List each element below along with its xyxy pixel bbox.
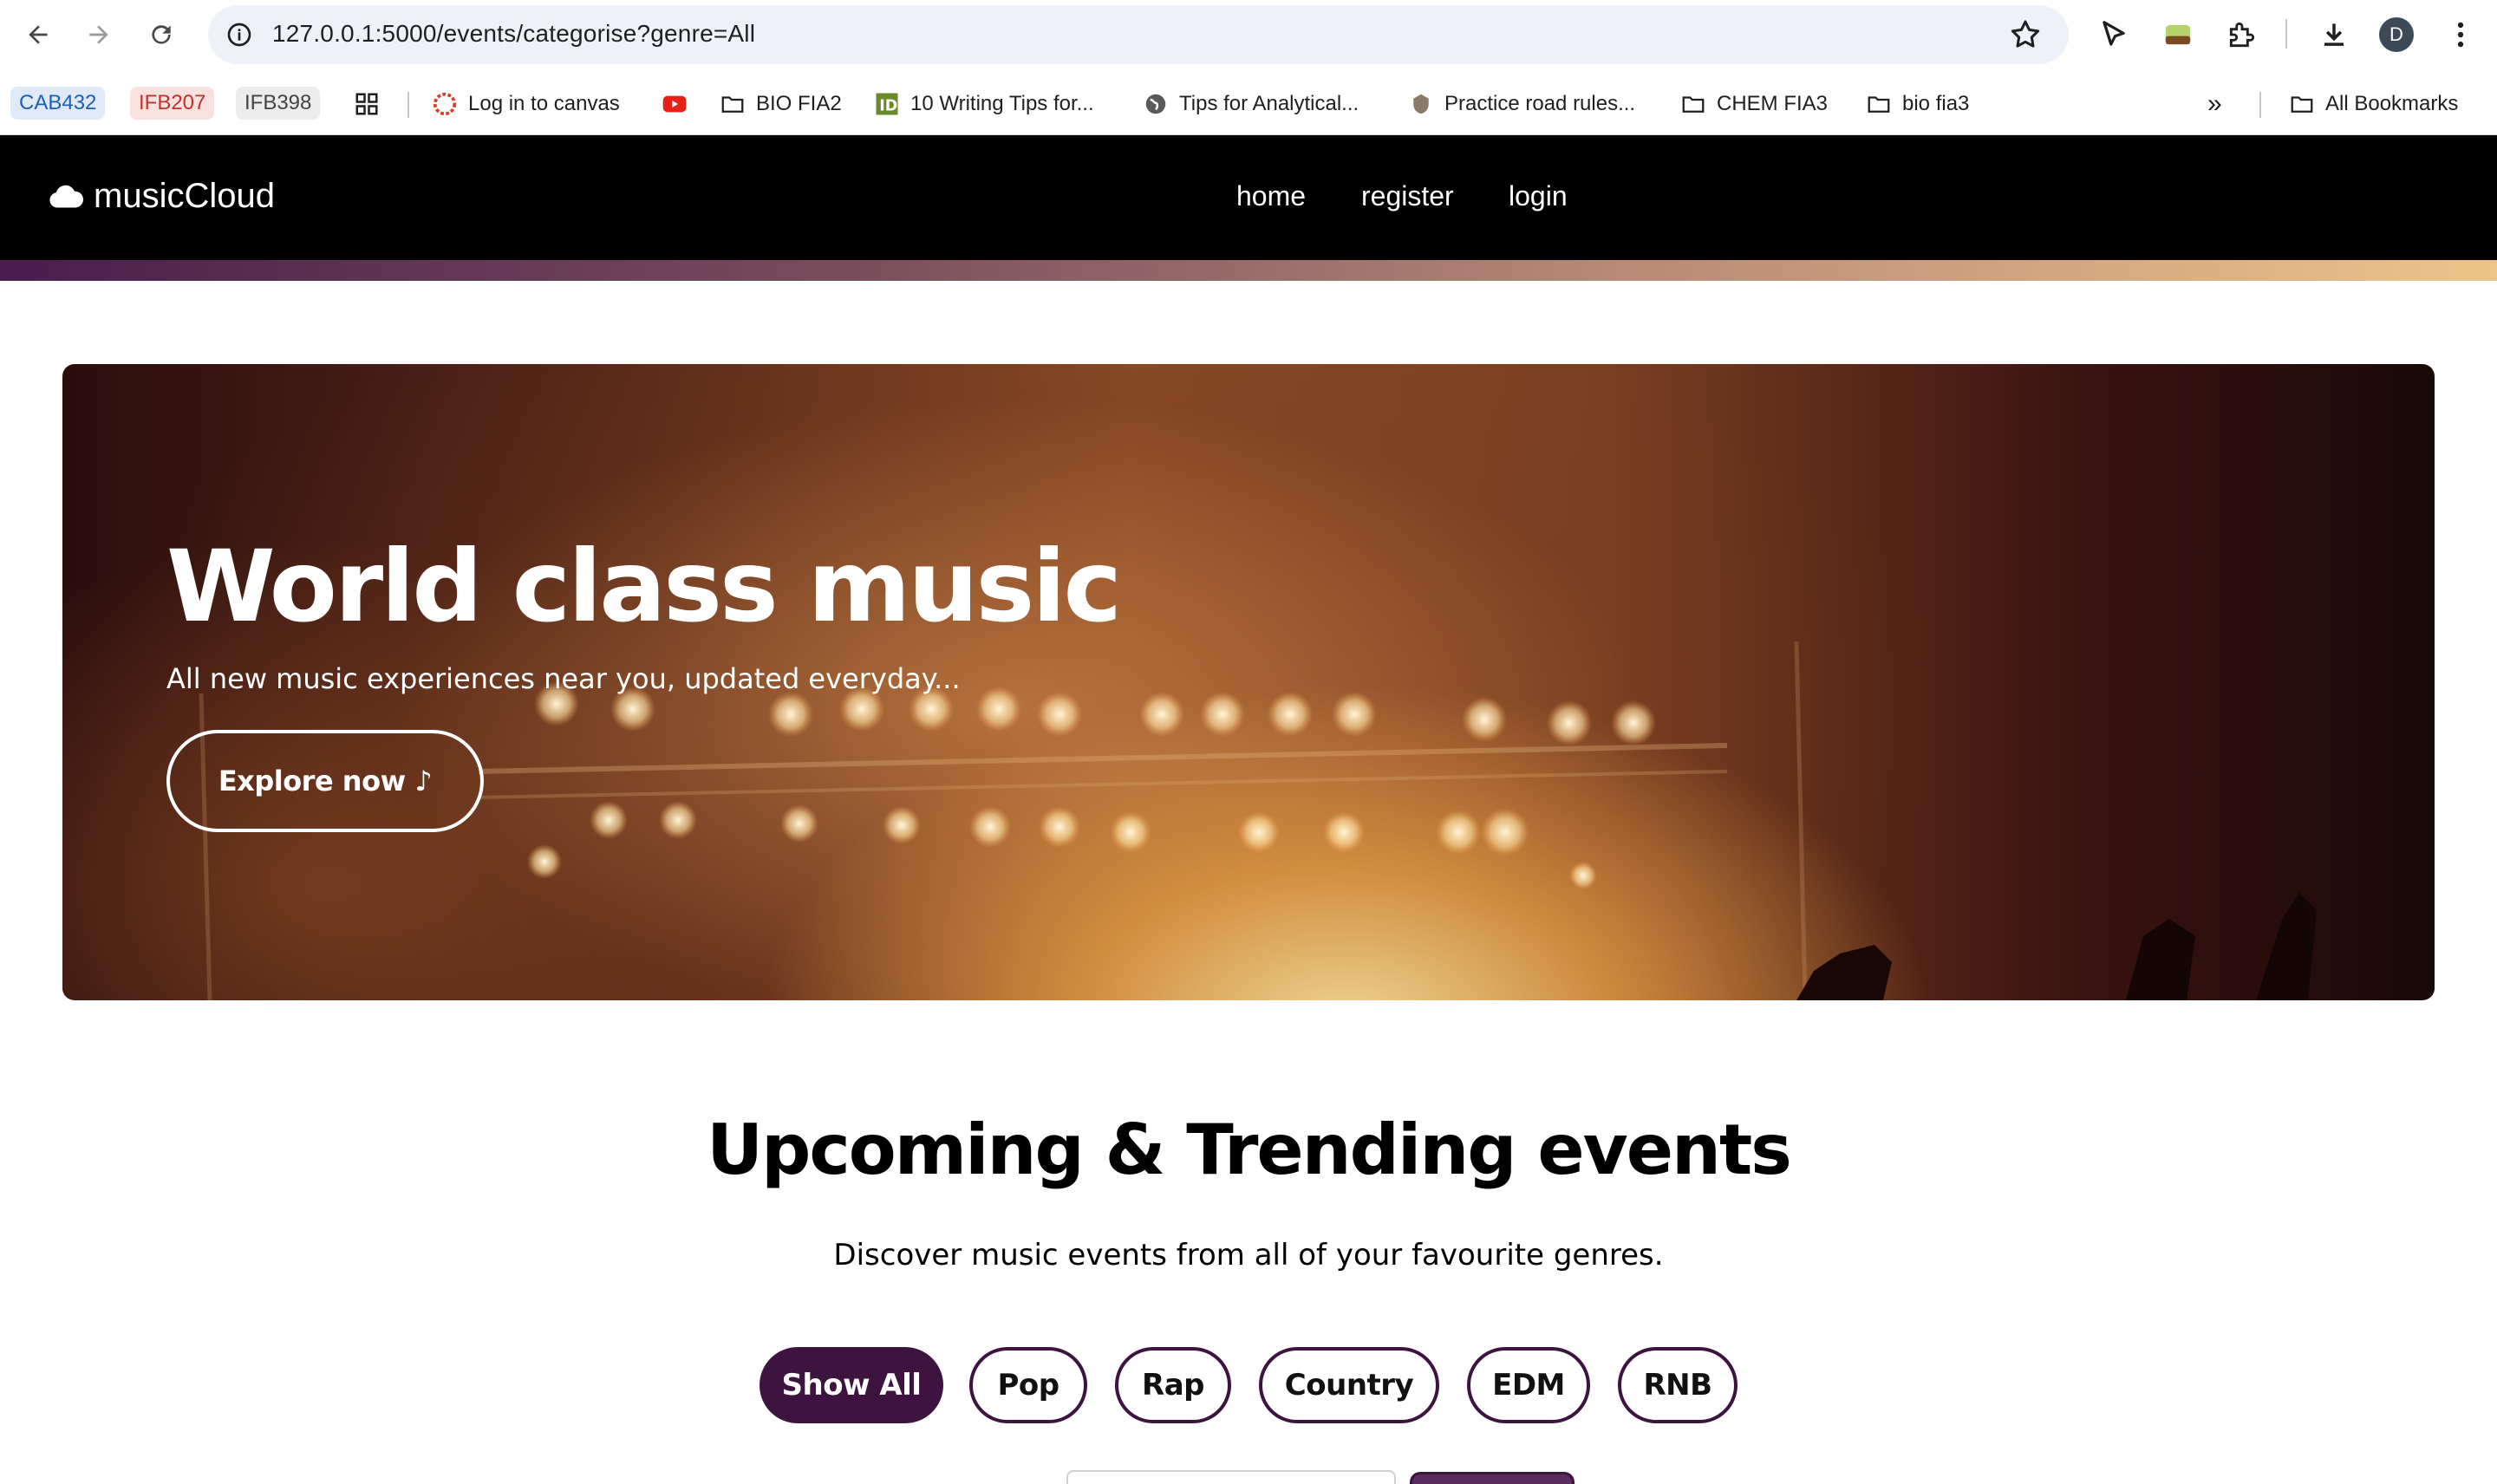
bookmark-label: CHEM FIA3: [1717, 92, 1829, 115]
bookmark-writing-tips[interactable]: ID 10 Writing Tips for...: [874, 87, 1094, 121]
canvas-logo-icon: [432, 91, 458, 117]
bookmark-label: Tips for Analytical...: [1179, 92, 1359, 115]
bookmark-chip-ifb207[interactable]: IFB207: [130, 87, 215, 120]
cursor-extension-icon[interactable]: [2095, 16, 2133, 54]
bookmark-label: All Bookmarks: [2325, 92, 2459, 115]
filter-show-all[interactable]: Show All: [760, 1347, 943, 1423]
reload-icon[interactable]: [139, 12, 184, 57]
toolbar-divider: [2285, 19, 2287, 49]
explore-now-button[interactable]: Explore now ♪: [166, 730, 484, 832]
events-section-title: Upcoming & Trending events: [707, 1110, 1792, 1190]
all-bookmarks[interactable]: All Bookmarks: [2289, 87, 2458, 121]
filter-rnb[interactable]: RNB: [1618, 1347, 1737, 1423]
hero-banner: World class music All new music experien…: [62, 364, 2435, 1000]
extensions-puzzle-icon[interactable]: [2223, 16, 2261, 54]
bookmark-bio-fia2[interactable]: BIO FIA2: [720, 87, 842, 121]
bookmarks-overflow-chevron-icon[interactable]: »: [2207, 87, 2222, 121]
svg-text:ID: ID: [879, 98, 897, 115]
site-navbar: musicCloud home register login: [0, 135, 2497, 260]
game-extension-icon[interactable]: [2159, 16, 2197, 54]
address-bar[interactable]: 127.0.0.1:5000/events/categorise?genre=A…: [208, 5, 2069, 64]
cloud-icon: [49, 185, 83, 207]
apps-grid-icon[interactable]: [354, 87, 380, 121]
bookmark-road-rules[interactable]: Practice road rules...: [1408, 87, 1635, 121]
bookmarks-bar: CAB432 IFB207 IFB398 Log in to canvas BI…: [0, 81, 2497, 127]
nav-home-link[interactable]: home: [1236, 180, 1306, 212]
bookmarks-divider: [407, 92, 409, 118]
search-button[interactable]: [1410, 1472, 1574, 1484]
search-input[interactable]: [1066, 1470, 1396, 1484]
bookmark-label: 10 Writing Tips for...: [910, 92, 1094, 115]
bookmark-chip-cab432[interactable]: CAB432: [10, 87, 106, 120]
site-info-icon[interactable]: [220, 16, 258, 54]
brand-logo[interactable]: musicCloud: [49, 177, 275, 216]
bookmark-star-icon[interactable]: [2008, 17, 2043, 52]
bookmarks-divider: [2259, 92, 2261, 118]
bookmark-chem-fia3[interactable]: CHEM FIA3: [1680, 87, 1828, 121]
nav-register-link[interactable]: register: [1361, 180, 1454, 212]
bookmark-label: Log in to canvas: [468, 92, 620, 115]
id-logo-icon: ID: [874, 91, 900, 117]
folder-icon: [2289, 91, 2315, 117]
folder-icon: [1680, 91, 1706, 117]
url-text[interactable]: 127.0.0.1:5000/events/categorise?genre=A…: [272, 20, 755, 48]
bookmark-label: BIO FIA2: [756, 92, 842, 115]
crest-icon: [1408, 91, 1434, 117]
filter-country[interactable]: Country: [1259, 1347, 1439, 1423]
filter-edm[interactable]: EDM: [1467, 1347, 1590, 1423]
filter-pop[interactable]: Pop: [969, 1347, 1087, 1423]
globe-icon: [1143, 91, 1169, 117]
youtube-icon[interactable]: [661, 87, 688, 121]
browser-chrome: 127.0.0.1:5000/events/categorise?genre=A…: [0, 0, 2497, 135]
forward-icon[interactable]: [76, 12, 121, 57]
bookmark-label: bio fia3: [1902, 92, 1970, 115]
bookmark-bio-fia3[interactable]: bio fia3: [1866, 87, 1969, 121]
folder-icon: [1866, 91, 1892, 117]
bookmark-analytical-tips[interactable]: Tips for Analytical...: [1143, 87, 1359, 121]
profile-avatar[interactable]: D: [2379, 17, 2414, 52]
hero-title: World class music: [166, 529, 1122, 644]
bookmark-canvas[interactable]: Log in to canvas: [432, 87, 620, 121]
bookmark-chip-ifb398[interactable]: IFB398: [236, 87, 321, 120]
nav-login-link[interactable]: login: [1509, 180, 1568, 212]
hero-subtitle: All new music experiences near you, upda…: [166, 662, 961, 695]
bookmark-label: Practice road rules...: [1444, 92, 1636, 115]
brand-name: musicCloud: [94, 177, 275, 215]
events-section-subtitle: Discover music events from all of your f…: [833, 1238, 1664, 1272]
filter-rap[interactable]: Rap: [1115, 1347, 1231, 1423]
menu-kebab-icon[interactable]: [2442, 16, 2480, 54]
folder-icon: [720, 91, 746, 117]
gradient-accent-bar: [0, 260, 2497, 281]
back-icon[interactable]: [16, 12, 61, 57]
download-icon[interactable]: [2315, 16, 2353, 54]
